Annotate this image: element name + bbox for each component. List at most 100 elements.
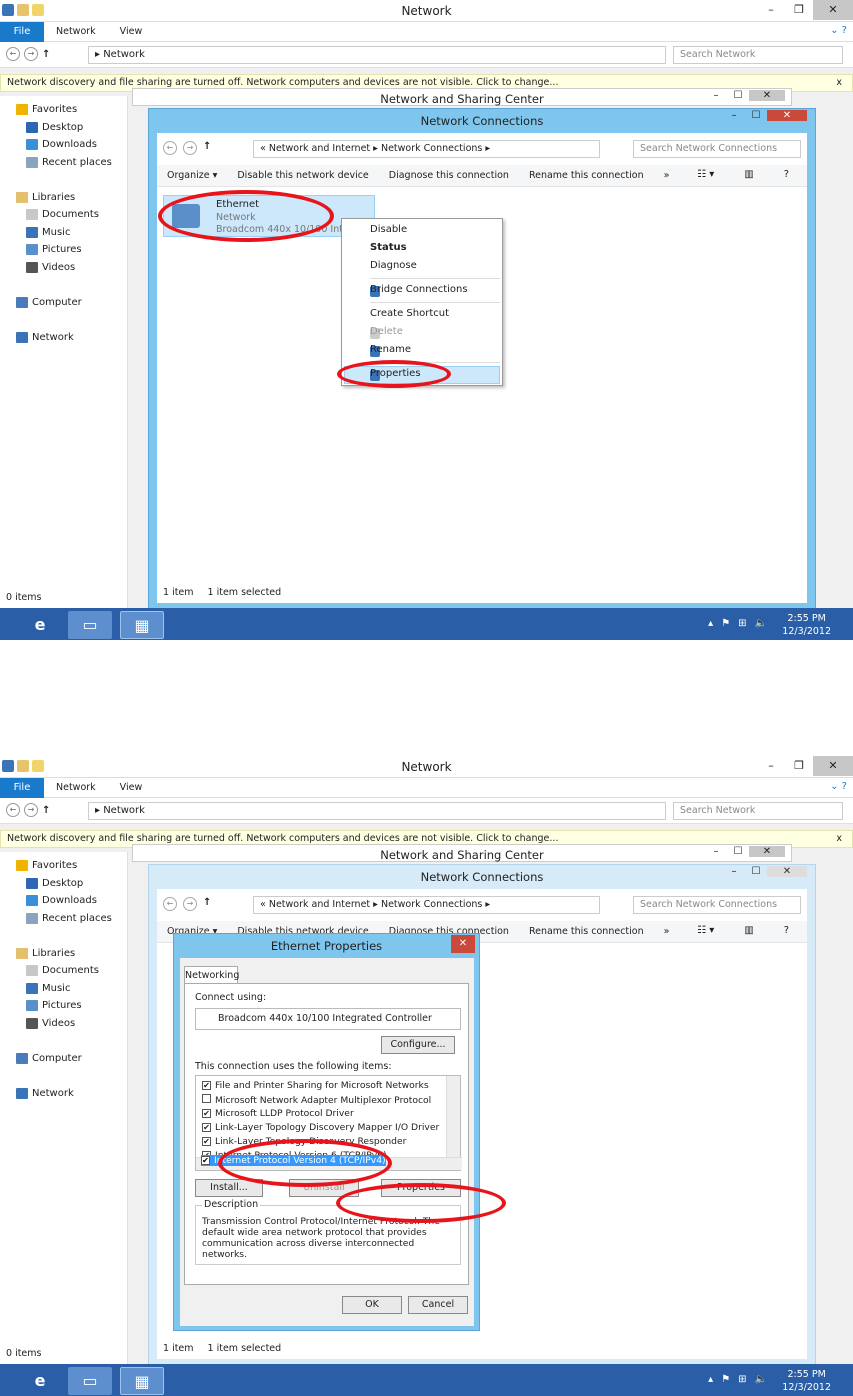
nav-music[interactable]: Music	[26, 983, 70, 994]
nav-recent[interactable]: Recent places	[26, 913, 112, 924]
forward-icon[interactable]: →	[24, 47, 38, 61]
address-path[interactable]: ▸ Network	[88, 46, 666, 64]
list-item[interactable]: ✔ Link-Layer Topology Discovery Mapper I/…	[202, 1122, 439, 1133]
tab-networking[interactable]: Networking	[184, 966, 239, 984]
configure-button[interactable]: Configure...	[381, 1036, 455, 1054]
nav-computer[interactable]: Computer	[16, 1053, 82, 1064]
forward-icon[interactable]: →	[183, 897, 197, 911]
nav-computer[interactable]: Computer	[16, 297, 82, 308]
close-button[interactable]: ✕	[813, 756, 853, 776]
tab-network[interactable]: Network	[44, 782, 108, 793]
rename-button[interactable]: Rename this connection	[519, 926, 654, 937]
nc-breadcrumb[interactable]: « Network and Internet ▸ Network Connect…	[253, 896, 600, 914]
clock[interactable]: 2:55 PM 12/3/2012	[782, 1368, 831, 1394]
volume-icon[interactable]: 🔈	[755, 618, 767, 629]
nav-downloads[interactable]: Downloads	[26, 895, 97, 906]
tab-file[interactable]: File	[0, 21, 44, 42]
checkbox[interactable]: ✔	[201, 1156, 210, 1165]
back-icon[interactable]: ←	[6, 803, 20, 817]
show-hidden-icon[interactable]: ▴	[708, 618, 713, 629]
file-explorer-icon[interactable]: ▭	[68, 1367, 112, 1395]
close-button[interactable]: ✕	[749, 846, 785, 857]
tab-network[interactable]: Network	[44, 26, 108, 37]
dialog-close-button[interactable]: ✕	[451, 935, 475, 953]
up-icon[interactable]: ↑	[42, 805, 50, 816]
more-commands-button[interactable]: »	[654, 926, 680, 937]
search-input[interactable]: Search Network	[673, 802, 843, 820]
checkbox[interactable]: ✔	[202, 1123, 211, 1132]
network-icon[interactable]: ⊞	[738, 618, 746, 629]
help-icon[interactable]: ⌄ ?	[830, 25, 847, 36]
menu-status[interactable]: Status	[370, 242, 407, 253]
diagnose-button[interactable]: Diagnose this connection	[379, 170, 519, 181]
tab-view[interactable]: View	[108, 26, 155, 37]
nav-downloads[interactable]: Downloads	[26, 139, 97, 150]
close-button[interactable]: ✕	[749, 90, 785, 101]
close-button[interactable]: ✕	[767, 110, 807, 121]
close-icon[interactable]: x	[836, 75, 842, 91]
nav-favorites[interactable]: Favorites	[16, 860, 77, 871]
nav-pictures[interactable]: Pictures	[26, 244, 82, 255]
nc-search-input[interactable]: Search Network Connections	[633, 140, 801, 158]
preview-pane-icon[interactable]: ▥	[734, 169, 763, 180]
nav-pictures[interactable]: Pictures	[26, 1000, 82, 1011]
nav-videos[interactable]: Videos	[26, 1018, 75, 1029]
ok-button[interactable]: OK	[342, 1296, 402, 1314]
network-icon[interactable]: ⊞	[738, 1374, 746, 1385]
nav-recent[interactable]: Recent places	[26, 157, 112, 168]
action-center-icon[interactable]: ⚑	[721, 1374, 730, 1385]
back-icon[interactable]: ←	[6, 47, 20, 61]
list-item[interactable]: ✔ Microsoft LLDP Protocol Driver	[202, 1108, 354, 1119]
up-icon[interactable]: ↑	[42, 49, 50, 60]
back-icon[interactable]: ←	[163, 897, 177, 911]
minimize-button[interactable]: –	[705, 846, 727, 857]
maximize-button[interactable]: ❐	[785, 756, 813, 776]
nav-network[interactable]: Network	[16, 332, 74, 343]
back-icon[interactable]: ←	[163, 141, 177, 155]
more-commands-button[interactable]: »	[654, 170, 680, 181]
volume-icon[interactable]: 🔈	[755, 1374, 767, 1385]
nav-desktop[interactable]: Desktop	[26, 122, 83, 133]
action-center-icon[interactable]: ⚑	[721, 618, 730, 629]
up-icon[interactable]: ↑	[203, 141, 211, 155]
ie-icon[interactable]: e	[18, 1367, 62, 1395]
ie-icon[interactable]: e	[18, 611, 62, 639]
maximize-button[interactable]: ☐	[745, 110, 767, 121]
cancel-button[interactable]: Cancel	[408, 1296, 468, 1314]
up-icon[interactable]: ↑	[203, 897, 211, 911]
checkbox[interactable]: ✔	[202, 1081, 211, 1090]
minimize-button[interactable]: –	[757, 0, 785, 20]
minimize-button[interactable]: –	[705, 90, 727, 101]
maximize-button[interactable]: ❐	[785, 0, 813, 20]
nav-libraries[interactable]: Libraries	[16, 948, 75, 959]
disable-device-button[interactable]: Disable this network device	[227, 170, 378, 181]
vertical-scrollbar[interactable]	[446, 1076, 460, 1158]
rename-button[interactable]: Rename this connection	[519, 170, 654, 181]
file-explorer-icon[interactable]: ▭	[68, 611, 112, 639]
nav-documents[interactable]: Documents	[26, 209, 99, 220]
search-input[interactable]: Search Network	[673, 46, 843, 64]
nav-videos[interactable]: Videos	[26, 262, 75, 273]
nav-network[interactable]: Network	[16, 1088, 74, 1099]
menu-delete[interactable]: Delete	[370, 326, 403, 337]
maximize-button[interactable]: ☐	[727, 846, 749, 857]
menu-create-shortcut[interactable]: Create Shortcut	[370, 308, 449, 319]
nc-breadcrumb[interactable]: « Network and Internet ▸ Network Connect…	[253, 140, 600, 158]
control-panel-icon[interactable]: ▦	[120, 1367, 164, 1395]
close-button[interactable]: ✕	[767, 866, 807, 877]
forward-icon[interactable]: →	[24, 803, 38, 817]
nav-music[interactable]: Music	[26, 227, 70, 238]
tab-view[interactable]: View	[108, 782, 155, 793]
checkbox[interactable]: ✔	[202, 1109, 211, 1118]
forward-icon[interactable]: →	[183, 141, 197, 155]
minimize-button[interactable]: –	[723, 110, 745, 121]
system-tray[interactable]: ▴ ⚑ ⊞ 🔈	[708, 618, 767, 629]
minimize-button[interactable]: –	[723, 866, 745, 877]
menu-diagnose[interactable]: Diagnose	[370, 260, 417, 271]
menu-rename[interactable]: Rename	[370, 344, 411, 355]
system-tray[interactable]: ▴ ⚑ ⊞ 🔈	[708, 1374, 767, 1385]
checkbox[interactable]	[202, 1094, 211, 1103]
help-icon[interactable]: ?	[774, 169, 799, 180]
help-icon[interactable]: ?	[774, 925, 799, 936]
list-item[interactable]: Microsoft Network Adapter Multiplexor Pr…	[202, 1094, 431, 1106]
